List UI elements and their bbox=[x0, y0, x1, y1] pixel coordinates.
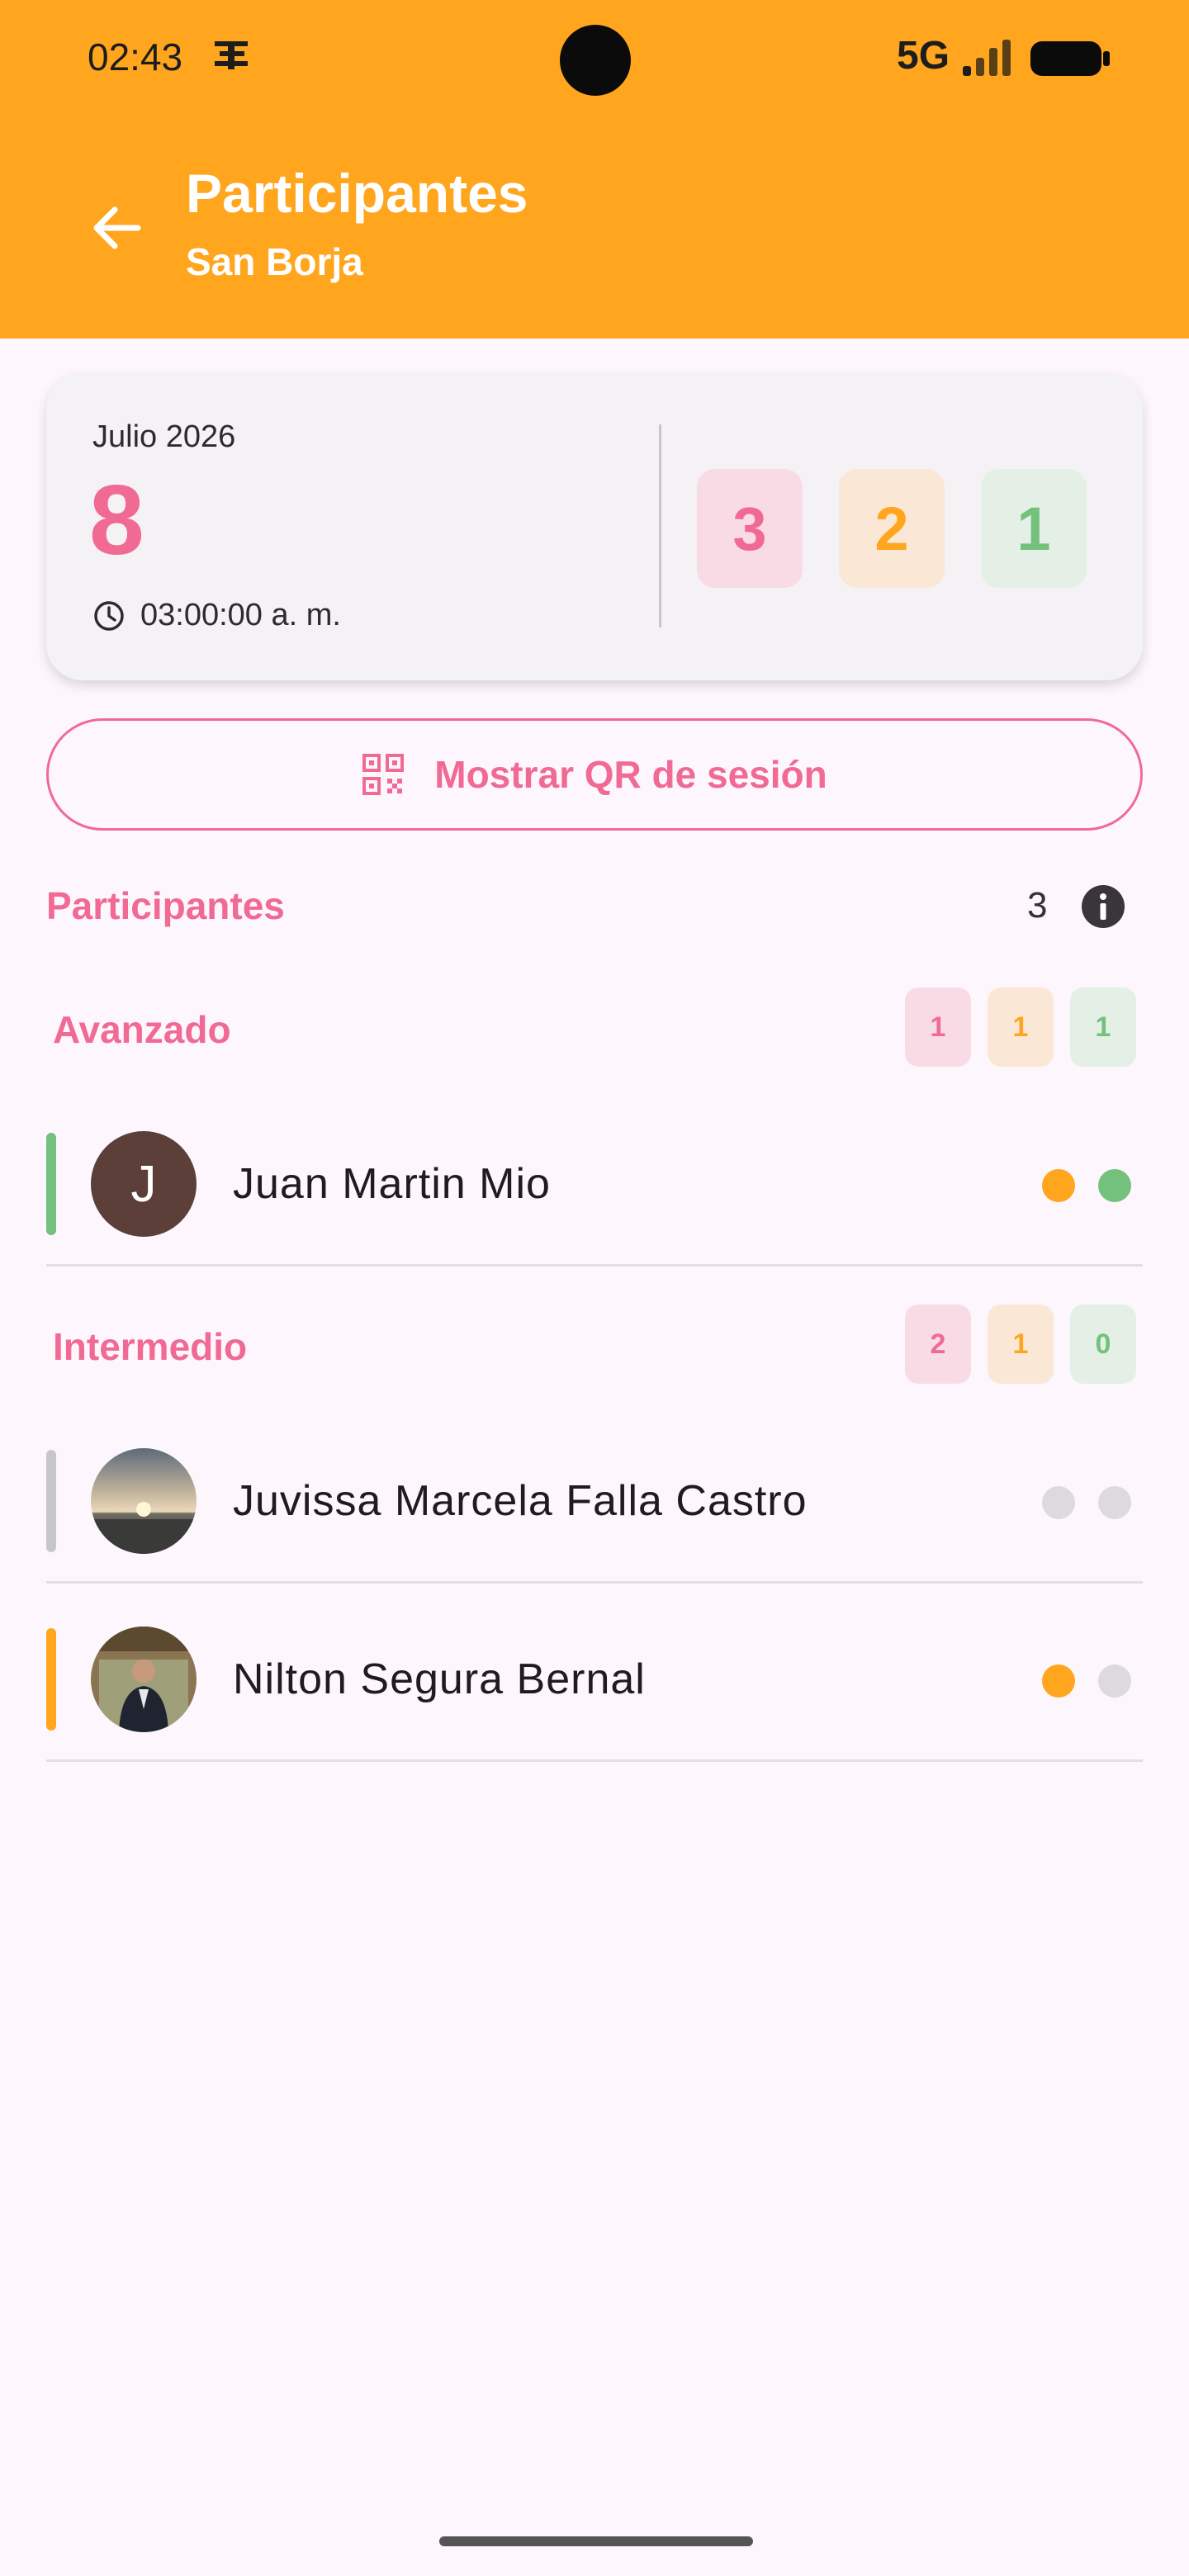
participant-name: Nilton Segura Bernal bbox=[233, 1655, 646, 1703]
status-dot bbox=[1098, 1169, 1131, 1202]
status-dot bbox=[1042, 1169, 1075, 1202]
participant-name: Juan Martin Mio bbox=[233, 1160, 551, 1208]
participant-row[interactable]: Nilton Segura Bernal bbox=[46, 1597, 1143, 1762]
participant-row[interactable]: J Juan Martin Mio bbox=[46, 1101, 1143, 1267]
battery-icon bbox=[1030, 41, 1110, 76]
participants-title: Participantes bbox=[46, 884, 285, 927]
status-dot bbox=[1042, 1664, 1075, 1698]
avatar bbox=[91, 1448, 197, 1554]
participants-count: 3 bbox=[1027, 885, 1048, 926]
group-count-green: 1 bbox=[1070, 987, 1136, 1067]
group-title-avanzado: Avanzado bbox=[53, 1008, 231, 1051]
session-card: Julio 2026 8 03:00:00 a. m. 3 2 1 bbox=[46, 373, 1143, 680]
count-orange: 2 bbox=[839, 469, 945, 588]
status-bar-indicator bbox=[46, 1628, 56, 1731]
show-qr-button[interactable]: Mostrar QR de sesión bbox=[46, 718, 1143, 831]
arrow-left-icon bbox=[93, 206, 141, 249]
avatar-photo-sunset bbox=[91, 1448, 197, 1554]
session-month: Julio 2026 bbox=[92, 419, 236, 454]
avatar-photo-person bbox=[91, 1627, 197, 1732]
session-day: 8 bbox=[89, 465, 144, 575]
app-notification-icon bbox=[215, 41, 248, 69]
show-qr-label: Mostrar QR de sesión bbox=[434, 753, 827, 796]
avatar: J bbox=[91, 1131, 197, 1237]
group-count-orange: 1 bbox=[988, 987, 1054, 1067]
card-divider bbox=[659, 424, 661, 627]
clock-icon bbox=[94, 600, 124, 631]
back-button[interactable] bbox=[79, 195, 154, 261]
status-time: 02:43 bbox=[88, 36, 183, 78]
signal-icon bbox=[963, 40, 1011, 76]
status-dot bbox=[1098, 1664, 1131, 1698]
session-time: 03:00:00 a. m. bbox=[140, 598, 341, 632]
session-time-row: 03:00:00 a. m. bbox=[92, 598, 341, 633]
home-indicator[interactable] bbox=[439, 2536, 753, 2546]
avatar-initial: J bbox=[130, 1155, 157, 1213]
page-subtitle: San Borja bbox=[186, 240, 363, 283]
group-title-intermedio: Intermedio bbox=[53, 1325, 248, 1368]
group-count-pink: 2 bbox=[905, 1305, 971, 1384]
status-bar: 02:43 5G bbox=[0, 0, 1189, 116]
group-count-pink: 1 bbox=[905, 987, 971, 1067]
participant-name: Juvissa Marcela Falla Castro bbox=[233, 1477, 808, 1525]
camera-cutout bbox=[560, 25, 631, 96]
group-count-orange: 1 bbox=[988, 1305, 1054, 1384]
status-dot bbox=[1098, 1486, 1131, 1519]
count-green: 1 bbox=[981, 469, 1087, 588]
info-icon[interactable] bbox=[1080, 883, 1126, 930]
avatar bbox=[91, 1627, 197, 1732]
group-count-green: 0 bbox=[1070, 1305, 1136, 1384]
status-bar-indicator bbox=[46, 1450, 56, 1552]
qr-code-icon bbox=[362, 754, 405, 795]
page-title: Participantes bbox=[186, 163, 528, 224]
count-pink: 3 bbox=[697, 469, 803, 588]
status-dot bbox=[1042, 1486, 1075, 1519]
network-type: 5G bbox=[897, 34, 950, 78]
app-bar: 02:43 5G Participantes San Borja bbox=[0, 0, 1189, 339]
status-bar-indicator bbox=[46, 1133, 56, 1235]
participant-row[interactable]: Juvissa Marcela Falla Castro bbox=[46, 1418, 1143, 1584]
